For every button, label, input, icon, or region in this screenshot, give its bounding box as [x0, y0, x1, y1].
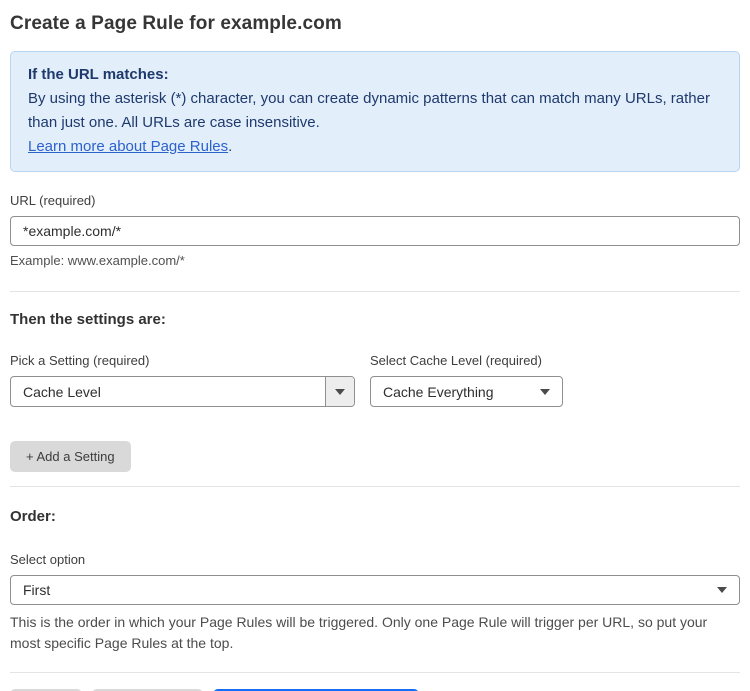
page-rule-form: Create a Page Rule for example.com If th…: [0, 0, 750, 691]
cache-level-column: Select Cache Level (required) Cache Ever…: [370, 353, 563, 407]
info-box-link-line: Learn more about Page Rules.: [28, 135, 722, 159]
setting-select-label: Pick a Setting (required): [10, 353, 150, 368]
cache-level-select-value: Cache Everything: [383, 383, 494, 400]
url-match-info-box: If the URL matches: By using the asteris…: [10, 51, 740, 172]
settings-section-heading: Then the settings are:: [10, 311, 166, 328]
order-select-label: Select option: [10, 552, 86, 567]
add-setting-button[interactable]: + Add a Setting: [10, 441, 131, 472]
divider: [10, 291, 740, 292]
caret-down-icon: [717, 587, 727, 593]
order-select[interactable]: First: [10, 575, 740, 605]
info-box-body: By using the asterisk (*) character, you…: [28, 90, 710, 131]
order-section-heading: Order:: [10, 508, 56, 525]
url-helper-text: Example: www.example.com/*: [10, 253, 185, 268]
cache-level-select[interactable]: Cache Everything: [370, 376, 563, 407]
setting-select[interactable]: Cache Level: [10, 376, 355, 407]
setting-row: Pick a Setting (required) Cache Level Se…: [10, 353, 740, 407]
info-box-heading: If the URL matches:: [28, 66, 169, 83]
setting-select-arrow-button[interactable]: [325, 377, 354, 406]
order-select-value: First: [23, 582, 51, 598]
divider: [10, 486, 740, 487]
setting-select-value: Cache Level: [23, 383, 101, 400]
caret-down-icon: [335, 388, 345, 395]
page-title: Create a Page Rule for example.com: [10, 13, 342, 34]
url-field-label: URL (required): [10, 193, 96, 208]
url-input[interactable]: [10, 216, 740, 246]
cache-level-select-label: Select Cache Level (required): [370, 353, 542, 368]
divider: [10, 672, 740, 673]
page-rules-link[interactable]: Learn more about Page Rules: [28, 138, 228, 155]
link-suffix: .: [228, 138, 233, 155]
setting-picker-column: Pick a Setting (required) Cache Level: [10, 353, 355, 407]
caret-down-icon: [540, 388, 550, 395]
order-helper-text: This is the order in which your Page Rul…: [10, 614, 708, 651]
